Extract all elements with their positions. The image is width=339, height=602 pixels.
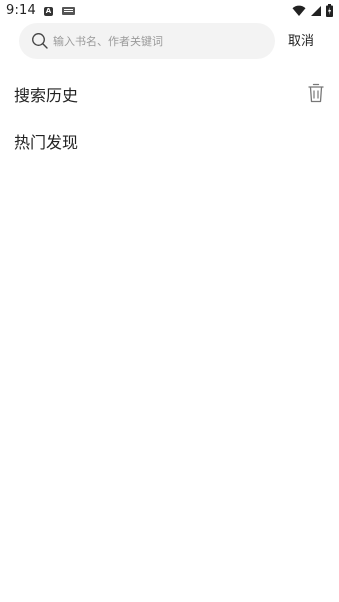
status-time: 9:14 xyxy=(6,3,36,18)
search-icon xyxy=(32,33,48,49)
search-input[interactable] xyxy=(53,23,263,59)
cancel-button[interactable]: 取消 xyxy=(288,30,314,49)
search-history-title: 搜索历史 xyxy=(14,86,79,105)
keyboard-icon xyxy=(62,7,75,15)
clear-history-button[interactable] xyxy=(305,82,327,104)
status-indicators xyxy=(292,4,333,17)
app-a-icon: A xyxy=(44,7,53,16)
wifi-icon xyxy=(292,5,306,16)
signal-icon xyxy=(311,5,321,16)
trash-icon xyxy=(308,83,324,103)
search-bar: 取消 xyxy=(0,22,339,60)
status-bar: 9:14 A xyxy=(0,0,339,22)
search-box[interactable] xyxy=(19,23,275,59)
hot-discover-title: 热门发现 xyxy=(14,133,79,152)
battery-charging-icon xyxy=(326,4,333,17)
